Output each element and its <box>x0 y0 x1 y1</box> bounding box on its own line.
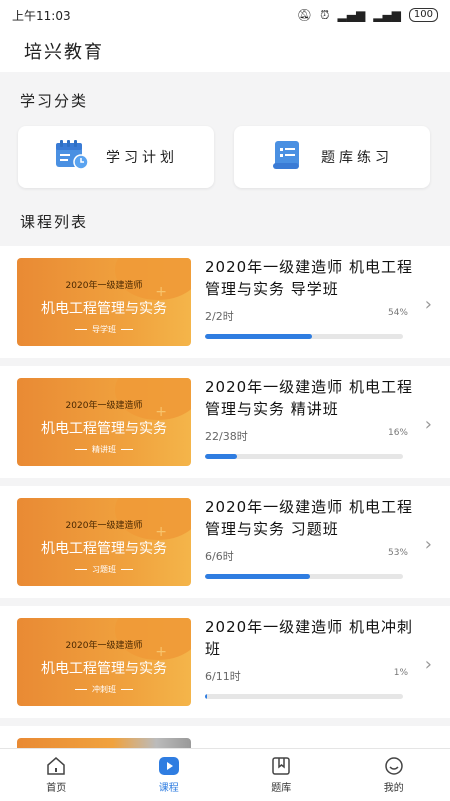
thumb-subject: 机电工程管理与实务 <box>17 418 191 438</box>
course-thumbnail: + 2020年一级建造师 机电工程管理与实务 导学班 <box>17 258 191 346</box>
home-icon <box>45 756 67 776</box>
app-title: 培兴教育 <box>24 38 104 64</box>
thumb-year: 2020年一级建造师 <box>17 638 191 651</box>
thumb-subject: 机电工程管理与实务 <box>17 298 191 318</box>
course-thumbnail: + 2020年一级建造师 机电工程管理与实务 冲刺班 <box>17 618 191 706</box>
calendar-icon <box>54 139 90 175</box>
course-hours: 6/11时 <box>205 668 241 684</box>
categories-title: 学习分类 <box>20 90 88 111</box>
course-thumbnail: + 2020年一级建造师 机电工程管理与实务 精讲班 <box>17 378 191 466</box>
bookmark-book-icon <box>270 756 292 776</box>
progress-bar <box>205 334 403 339</box>
chevron-right-icon: › <box>425 534 432 555</box>
thumb-class: 习题班 <box>17 564 191 575</box>
course-percent: 53% <box>388 548 408 558</box>
question-bank-card[interactable]: 题库练习 <box>234 126 430 188</box>
course-item[interactable]: + 2020年一级建造师 机电工程管理与实务 冲刺班 2020年一级建造师 机电… <box>0 606 450 718</box>
course-item[interactable]: + 2020年一级建造师 机电工程管理与实务 精讲班 2020年一级建造师 机电… <box>0 366 450 478</box>
course-hours: 2/2时 <box>205 308 234 324</box>
course-percent: 16% <box>388 428 408 438</box>
tab-courses[interactable]: 课程 <box>113 749 226 801</box>
course-thumbnail: + 2020年一级建造师 机电工程管理与实务 习题班 <box>17 498 191 586</box>
battery-icon: 100 <box>409 8 438 22</box>
course-list[interactable]: + 2020年一级建造师 机电工程管理与实务 导学班 2020年一级建造师 机电… <box>0 246 450 748</box>
signal-icon-2: ▂▄▆ <box>373 8 401 22</box>
thumb-subject: 机电工程管理与实务 <box>17 658 191 678</box>
course-hours: 22/38时 <box>205 428 248 444</box>
scroll-list-icon <box>271 139 305 175</box>
chevron-right-icon: › <box>425 294 432 315</box>
course-title: 2020年一级建造师 机电工程管理与实务 习题班 <box>205 496 415 540</box>
course-item[interactable]: + 2020年一级建造师 机电工程管理与实务 习题班 2020年一级建造师 机电… <box>0 486 450 598</box>
tab-question-bank-label: 题库 <box>271 779 291 794</box>
play-icon <box>158 756 180 776</box>
tab-question-bank[interactable]: 题库 <box>225 749 338 801</box>
course-title: 2020年一级建造师 机电冲刺班 <box>205 616 415 660</box>
progress-bar <box>205 454 403 459</box>
thumb-class: 导学班 <box>17 324 191 335</box>
progress-bar <box>205 694 403 699</box>
course-thumbnail <box>17 738 191 748</box>
status-icons: 🔕︎ ⏰︎ ▂▄▆ ▂▄▆ 100 <box>297 8 438 23</box>
thumb-class: 精讲班 <box>17 444 191 455</box>
tab-home-label: 首页 <box>46 779 66 794</box>
status-bar: 上午11:03 🔕︎ ⏰︎ ▂▄▆ ▂▄▆ 100 <box>0 0 450 30</box>
course-percent: 1% <box>394 668 408 678</box>
course-item-partial[interactable] <box>0 726 450 748</box>
thumb-year: 2020年一级建造师 <box>17 518 191 531</box>
status-time: 上午11:03 <box>12 7 71 24</box>
signal-icon: ▂▄▆ <box>338 8 366 22</box>
question-bank-label: 题库练习 <box>321 147 393 167</box>
tab-mine[interactable]: 我的 <box>338 749 450 801</box>
course-item[interactable]: + 2020年一级建造师 机电工程管理与实务 导学班 2020年一级建造师 机电… <box>0 246 450 358</box>
course-list-title: 课程列表 <box>20 211 88 232</box>
tab-courses-label: 课程 <box>159 779 179 794</box>
thumb-year: 2020年一级建造师 <box>17 278 191 291</box>
course-hours: 6/6时 <box>205 548 234 564</box>
tab-mine-label: 我的 <box>384 779 404 794</box>
bottom-tab-bar: 首页 课程 题库 我的 <box>0 748 450 801</box>
course-title: 2020年一级建造师 机电工程管理与实务 精讲班 <box>205 376 415 420</box>
course-title: 2020年一级建造师 机电工程管理与实务 导学班 <box>205 256 415 300</box>
chevron-right-icon: › <box>425 654 432 675</box>
study-plan-card[interactable]: 学习计划 <box>18 126 214 188</box>
mute-icon: 🔕︎ <box>297 8 312 22</box>
study-plan-label: 学习计划 <box>106 147 178 167</box>
course-percent: 54% <box>388 308 408 318</box>
app-header: 培兴教育 <box>0 30 450 72</box>
chevron-right-icon: › <box>425 414 432 435</box>
user-face-icon <box>383 756 405 776</box>
alarm-icon: ⏰︎ <box>320 8 329 23</box>
progress-bar <box>205 574 403 579</box>
tab-home[interactable]: 首页 <box>0 749 113 801</box>
thumb-class: 冲刺班 <box>17 684 191 695</box>
thumb-subject: 机电工程管理与实务 <box>17 538 191 558</box>
thumb-year: 2020年一级建造师 <box>17 398 191 411</box>
